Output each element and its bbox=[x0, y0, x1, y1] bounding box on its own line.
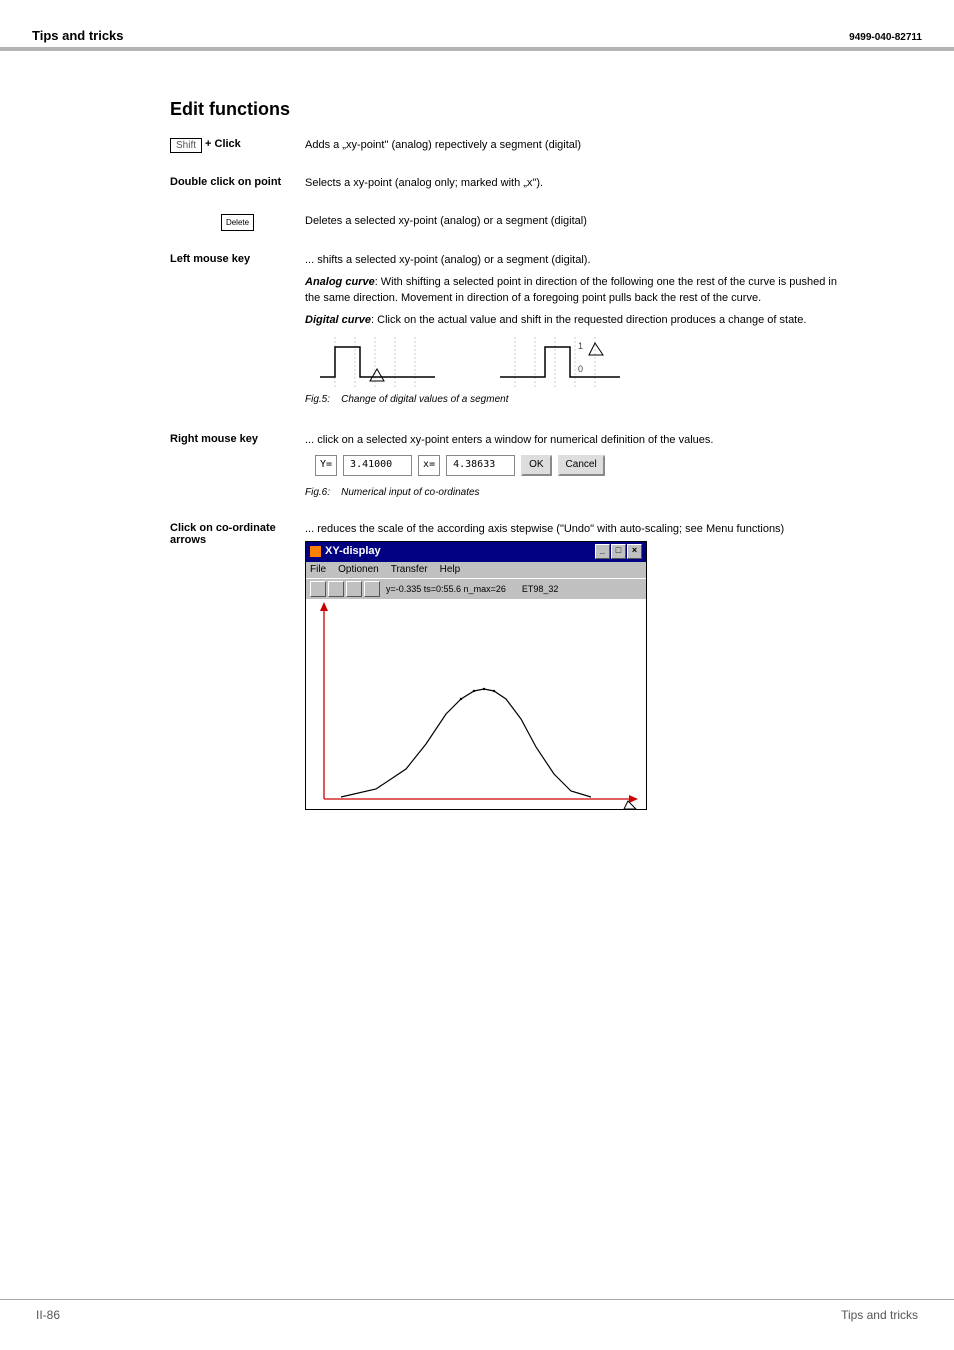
delete-key-icon: Delete bbox=[221, 214, 254, 231]
shift-key-icon: Shift bbox=[170, 138, 202, 153]
label-shift-click: Shift + Click bbox=[170, 138, 305, 153]
menu-file[interactable]: File bbox=[310, 563, 326, 578]
header-left: Tips and tricks bbox=[32, 28, 124, 43]
plus-click-text: + Click bbox=[205, 138, 241, 150]
desc-right-mouse: ... click on a selected xy-point enters … bbox=[305, 433, 854, 500]
page-footer: II-86 Tips and tricks bbox=[0, 1299, 954, 1332]
coarrows-desc: ... reduces the scale of the according a… bbox=[305, 522, 854, 538]
row-shift-click: Shift + Click Adds a „xy-point" (analog)… bbox=[170, 138, 854, 154]
fig6-caption: Fig.6: Numerical input of co-ordinates bbox=[305, 486, 854, 501]
digital-label: Digital curve bbox=[305, 314, 371, 326]
x-label: x= bbox=[418, 455, 440, 476]
xy-app-icon bbox=[310, 546, 321, 557]
fig5-num: Fig.5: bbox=[305, 394, 330, 405]
content-area: Edit functions Shift + Click Adds a „xy-… bbox=[0, 51, 954, 810]
digital-diagram-right: 1 0 bbox=[495, 337, 625, 387]
row-delete: Delete Deletes a selected xy-point (anal… bbox=[170, 214, 854, 231]
rightmouse-desc: ... click on a selected xy-point enters … bbox=[305, 433, 854, 449]
y-input[interactable]: 3.41000 bbox=[343, 455, 412, 476]
minimize-button[interactable]: _ bbox=[595, 544, 610, 559]
desc-delete: Deletes a selected xy-point (analog) or … bbox=[305, 214, 854, 230]
menu-optionen[interactable]: Optionen bbox=[338, 563, 379, 578]
leftmouse-digital: Digital curve: Click on the actual value… bbox=[305, 313, 854, 329]
fig5-caption: Fig.5: Change of digital values of a seg… bbox=[305, 393, 854, 408]
xy-menubar: File Optionen Transfer Help bbox=[306, 562, 646, 579]
xy-display-window: XY-display _ □ × File Optionen Transfer … bbox=[305, 541, 647, 810]
xy-toolbar: y=-0.335 ts=0:55.6 n_max=26 ET98_32 bbox=[306, 578, 646, 599]
fig5-text: Change of digital values of a segment bbox=[341, 394, 508, 405]
tb-btn-3[interactable] bbox=[346, 581, 362, 597]
desc-shift-click: Adds a „xy-point" (analog) repectively a… bbox=[305, 138, 854, 154]
desc-left-mouse: ... shifts a selected xy-point (analog) … bbox=[305, 253, 854, 407]
row-left-mouse: Left mouse key ... shifts a selected xy-… bbox=[170, 253, 854, 407]
tb-btn-2[interactable] bbox=[328, 581, 344, 597]
maximize-button[interactable]: □ bbox=[611, 544, 626, 559]
xy-plot-area[interactable] bbox=[306, 599, 646, 809]
xy-status2: ET98_32 bbox=[522, 583, 559, 596]
label-delete: Delete bbox=[170, 214, 305, 231]
xy-titlebar[interactable]: XY-display _ □ × bbox=[306, 542, 646, 562]
digital-diagram: 1 0 bbox=[315, 337, 854, 387]
desc-double-click: Selects a xy-point (analog only; marked … bbox=[305, 176, 854, 192]
close-button[interactable]: × bbox=[627, 544, 642, 559]
tb-btn-1[interactable] bbox=[310, 581, 326, 597]
row-double-click: Double click on point Selects a xy-point… bbox=[170, 176, 854, 192]
ok-button[interactable]: OK bbox=[521, 455, 551, 476]
desc-coord-arrows: ... reduces the scale of the according a… bbox=[305, 522, 854, 810]
menu-transfer[interactable]: Transfer bbox=[391, 563, 428, 578]
footer-right: Tips and tricks bbox=[841, 1308, 918, 1322]
window-controls: _ □ × bbox=[594, 544, 642, 559]
xy-title-text: XY-display bbox=[325, 544, 381, 560]
row-right-mouse: Right mouse key ... click on a selected … bbox=[170, 433, 854, 500]
section-title: Edit functions bbox=[170, 99, 854, 120]
menu-help[interactable]: Help bbox=[440, 563, 461, 578]
numeric-input-dialog: Y= 3.41000 x= 4.38633 OK Cancel bbox=[315, 455, 605, 476]
leftmouse-desc1: ... shifts a selected xy-point (analog) … bbox=[305, 253, 854, 269]
x-input[interactable]: 4.38633 bbox=[446, 455, 515, 476]
svg-text:0: 0 bbox=[578, 364, 583, 374]
footer-left: II-86 bbox=[36, 1308, 60, 1322]
header-right: 9499-040-82711 bbox=[849, 32, 922, 43]
xy-status: y=-0.335 ts=0:55.6 n_max=26 bbox=[386, 583, 506, 596]
svg-text:1: 1 bbox=[578, 341, 583, 351]
analog-label: Analog curve bbox=[305, 276, 375, 288]
label-right-mouse: Right mouse key bbox=[170, 433, 305, 445]
fig6-num: Fig.6: bbox=[305, 487, 330, 498]
tb-btn-4[interactable] bbox=[364, 581, 380, 597]
cancel-button[interactable]: Cancel bbox=[558, 455, 605, 476]
digital-desc: : Click on the actual value and shift in… bbox=[371, 314, 806, 326]
digital-diagram-left bbox=[315, 337, 435, 387]
fig6-text: Numerical input of co-ordinates bbox=[341, 487, 479, 498]
label-left-mouse: Left mouse key bbox=[170, 253, 305, 265]
y-label: Y= bbox=[315, 455, 337, 476]
leftmouse-analog: Analog curve: With shifting a selected p… bbox=[305, 275, 854, 307]
row-coord-arrows: Click on co-ordinate arrows ... reduces … bbox=[170, 522, 854, 810]
analog-desc: : With shifting a selected point in dire… bbox=[305, 276, 837, 304]
label-double-click: Double click on point bbox=[170, 176, 305, 188]
label-coord-arrows: Click on co-ordinate arrows bbox=[170, 522, 305, 546]
page-header: Tips and tricks 9499-040-82711 bbox=[0, 0, 954, 51]
